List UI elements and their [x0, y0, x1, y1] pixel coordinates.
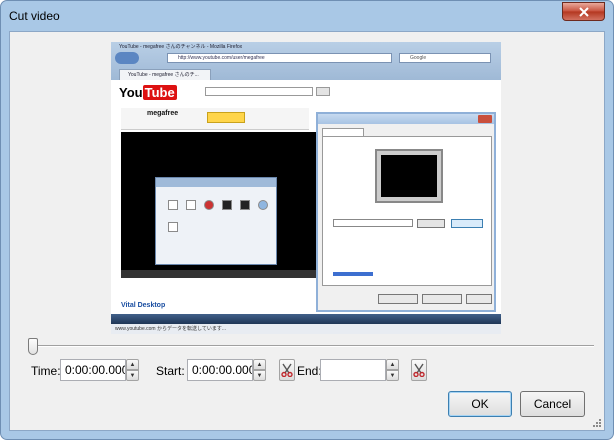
window-title: Cut video [9, 9, 60, 23]
preview-file-icon [240, 200, 250, 210]
preview-search: Google [399, 53, 491, 63]
preview-file-icon [168, 200, 178, 210]
cancel-button[interactable]: Cancel [520, 391, 585, 417]
start-spinner: ▲ ▼ [253, 359, 266, 381]
preview-file-icon [258, 200, 268, 210]
preview-channel-name: megafree [147, 110, 179, 117]
start-input[interactable] [187, 359, 253, 381]
start-up-button[interactable]: ▲ [253, 359, 266, 370]
time-input[interactable] [60, 359, 126, 381]
close-button[interactable] [562, 2, 605, 21]
preview-yt-search [205, 87, 313, 96]
time-label: Time: [31, 364, 61, 378]
preview-file-icon [186, 200, 196, 210]
end-label: End: [297, 364, 322, 378]
preview-menu [121, 280, 291, 290]
close-icon [578, 6, 589, 17]
end-spinner: ▲ ▼ [386, 359, 399, 381]
cut-video-window: Cut video YouTube - megafree さんのチャンネル - … [0, 0, 614, 440]
preview-yt-search-button [316, 87, 330, 96]
preview-dialog-close-icon [478, 115, 492, 123]
preview-file-icon [168, 222, 178, 232]
preview-channel-bar: megafree [121, 108, 309, 130]
end-input[interactable] [320, 359, 386, 381]
scissors-icon [281, 363, 293, 377]
title-bar[interactable]: Cut video [1, 1, 613, 31]
preview-browser-toolbar: YouTube - megafree さんのチャンネル - Mozilla Fi… [111, 42, 501, 80]
start-label: Start: [156, 364, 185, 378]
video-preview: YouTube - megafree さんのチャンネル - Mozilla Fi… [111, 42, 501, 334]
time-down-button[interactable]: ▼ [126, 370, 139, 381]
preview-monitor-icon [375, 149, 443, 203]
preview-subscribe [207, 112, 245, 123]
end-down-button[interactable]: ▼ [386, 370, 399, 381]
dialog-client-area: YouTube - megafree さんのチャンネル - Mozilla Fi… [9, 31, 605, 431]
preview-statusbar: www.youtube.com からデータを転送しています... [111, 324, 501, 334]
resize-grip-icon[interactable] [592, 418, 602, 428]
preview-inner-window [155, 177, 277, 265]
preview-screensaver-dialog [316, 112, 496, 312]
seek-slider-thumb[interactable] [28, 338, 38, 355]
preview-back-icon [115, 52, 139, 64]
set-end-button[interactable] [411, 359, 427, 381]
preview-browser-title: YouTube - megafree さんのチャンネル - Mozilla Fi… [119, 44, 243, 50]
preview-youtube-logo: You Tube [119, 85, 177, 100]
preview-taskbar [111, 314, 501, 324]
preview-tab: YouTube - megafree さんのチ... [119, 69, 211, 80]
end-up-button[interactable]: ▲ [386, 359, 399, 370]
time-up-button[interactable]: ▲ [126, 359, 139, 370]
preview-file-icon [222, 200, 232, 210]
scissors-icon [413, 363, 425, 377]
preview-file-icon [204, 200, 214, 210]
preview-video-title: Vital Desktop [121, 302, 166, 309]
ok-button[interactable]: OK [448, 391, 512, 417]
set-start-button[interactable] [279, 359, 295, 381]
time-spinner: ▲ ▼ [126, 359, 139, 381]
preview-url: http://www.youtube.com/user/megafree [167, 53, 392, 63]
start-down-button[interactable]: ▼ [253, 370, 266, 381]
